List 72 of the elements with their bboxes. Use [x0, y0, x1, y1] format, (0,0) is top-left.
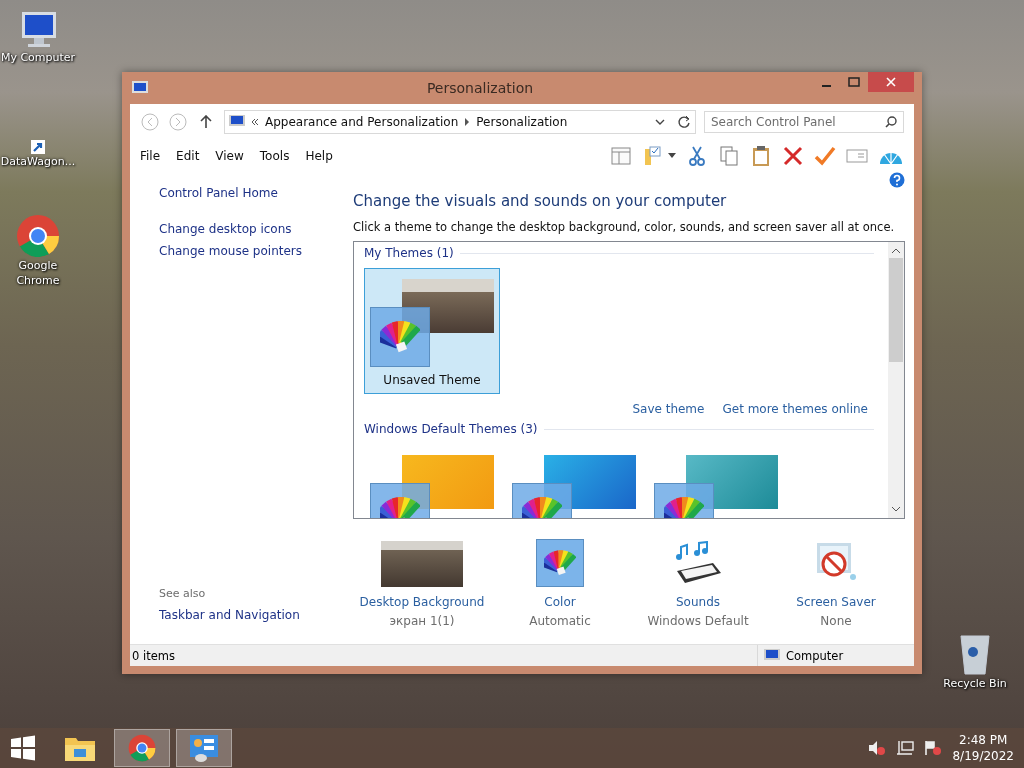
computer-icon: [764, 648, 780, 663]
sidebar-link[interactable]: Taskbar and Navigation: [159, 608, 352, 622]
folder-check-icon[interactable]: [642, 145, 664, 167]
breadcrumb[interactable]: Personalization: [476, 115, 568, 129]
check-icon[interactable]: [814, 145, 836, 167]
sidebar-link[interactable]: Control Panel Home: [159, 186, 352, 200]
app-icon: [132, 81, 148, 95]
taskbar-button[interactable]: [176, 729, 232, 767]
search-icon: [885, 116, 897, 128]
chrome-icon: [16, 214, 60, 258]
shortcut-icon: [31, 140, 45, 154]
desktop-icon-label[interactable]: Recycle Bin: [943, 676, 1007, 691]
status-text: 0 items: [131, 648, 176, 663]
maximize-icon: [848, 77, 860, 87]
chrome-icon: [128, 734, 156, 762]
scrollbar[interactable]: [888, 242, 904, 518]
setting-link[interactable]: Color: [544, 595, 576, 609]
description-text: Click a theme to change the desktop background, color, sounds, and screen saver all at once.: [353, 220, 896, 234]
theme-name: Unsaved Theme: [383, 373, 481, 387]
help-icon[interactable]: [889, 172, 905, 188]
search-field[interactable]: Search Control Panel: [704, 111, 904, 133]
sidebar-link[interactable]: Change mouse pointers: [159, 244, 352, 258]
speaker-muted-icon[interactable]: [868, 740, 887, 756]
breadcrumb[interactable]: Appearance and Personalization: [265, 115, 459, 129]
scissors-icon[interactable]: [686, 145, 708, 167]
setting-value: экран 1(1): [389, 614, 455, 628]
window-title: Personalization: [425, 80, 535, 96]
close-icon: [886, 77, 896, 87]
flag-icon[interactable]: [924, 740, 943, 756]
network-icon[interactable]: [896, 740, 915, 756]
minimize-icon: [821, 85, 831, 87]
copy-icon[interactable]: [718, 145, 740, 167]
setting-value: Windows Default: [647, 614, 749, 628]
chevron-down-icon[interactable]: [655, 118, 665, 126]
theme-link[interactable]: Save theme: [632, 402, 705, 416]
close-button[interactable]: [868, 72, 914, 92]
clock-date[interactable]: 8/19/2022: [952, 748, 1014, 764]
menu-item[interactable]: File: [140, 149, 161, 163]
section-heading: My Themes (1): [364, 246, 454, 260]
sidebar-link[interactable]: Change desktop icons: [159, 222, 352, 236]
x-icon[interactable]: [782, 145, 804, 167]
clipboard-icon[interactable]: [750, 145, 772, 167]
refresh-icon[interactable]: [677, 115, 691, 129]
scroll-down-icon[interactable]: [891, 504, 901, 514]
chevrons-icon: [251, 118, 259, 126]
recycle-bin-icon: [958, 632, 992, 676]
setting-link[interactable]: Desktop Background: [359, 595, 485, 609]
menu-item[interactable]: View: [215, 149, 244, 163]
setting-value: None: [820, 614, 852, 628]
setting-value: Automatic: [529, 614, 591, 628]
clock-time[interactable]: 2:48 PM: [959, 732, 1008, 748]
menu-item[interactable]: Edit: [176, 149, 200, 163]
see-also-heading: See also: [159, 587, 207, 600]
start-icon[interactable]: [10, 735, 36, 761]
desktop-icon-label[interactable]: DataWagon...: [0, 154, 76, 169]
desktop-icon-label[interactable]: Google Chrome: [0, 258, 78, 288]
page-heading: Change the visuals and sounds on your computer: [353, 192, 727, 210]
theme-link[interactable]: Get more themes online: [722, 402, 868, 416]
menu-item[interactable]: Help: [305, 149, 333, 163]
theme-tile[interactable]: Unsaved Theme: [364, 268, 500, 394]
scroll-up-icon[interactable]: [891, 246, 901, 256]
section-heading: Windows Default Themes (3): [364, 422, 538, 436]
taskbar-button[interactable]: [114, 729, 170, 767]
caret-icon[interactable]: [668, 153, 676, 159]
monitor-icon: [229, 115, 245, 129]
address-bar[interactable]: Appearance and Personalization Personalization: [224, 110, 696, 134]
status-location: Computer: [786, 648, 844, 663]
menu-item[interactable]: Tools: [259, 149, 290, 163]
control-panel-icon: [189, 734, 219, 762]
chevron-right-icon: [464, 118, 471, 126]
setting-link[interactable]: Screen Saver: [796, 595, 876, 609]
setting-link[interactable]: Sounds: [675, 595, 720, 609]
